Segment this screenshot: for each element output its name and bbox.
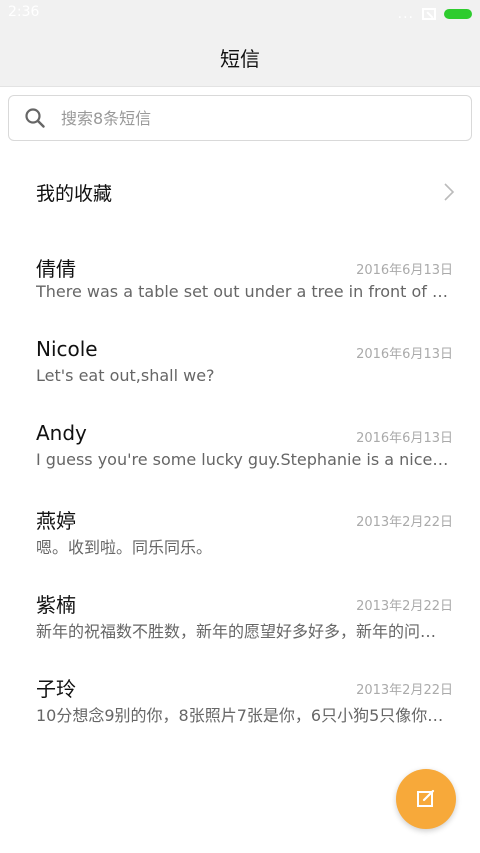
search-input[interactable] (59, 107, 423, 129)
contact-name: 紫楠 (36, 593, 76, 617)
conversation-item[interactable]: Nicole 2016年6月13日 Let's eat out,shall we… (0, 320, 480, 404)
no-sim-icon (422, 8, 436, 20)
conversation-item[interactable]: 倩倩 2016年6月13日 There was a table set out … (0, 236, 480, 320)
favorites-label: 我的收藏 (36, 182, 113, 205)
favorites-row[interactable]: 我的收藏 (0, 152, 480, 232)
message-snippet: 新年的祝福数不胜数，新年的愿望好多好多，新年的问候送给你 (36, 622, 450, 641)
contact-name: 倩倩 (36, 257, 76, 281)
conversation-list: 倩倩 2016年6月13日 There was a table set out … (0, 236, 480, 740)
search-bar[interactable] (8, 95, 472, 141)
conversation-item[interactable]: 紫楠 2013年2月22日 新年的祝福数不胜数，新年的愿望好多好多，新年的问候送… (0, 572, 480, 656)
conversation-item[interactable]: 子玲 2013年2月22日 10分想念9别的你，8张照片7张是你，6只小狗5只像… (0, 656, 480, 740)
notification-dots: ... (397, 6, 414, 22)
battery-icon (444, 9, 472, 19)
compose-button[interactable] (396, 769, 456, 829)
message-snippet: 嗯。收到啦。同乐同乐。 (36, 538, 213, 557)
chevron-right-icon (444, 183, 455, 201)
contact-name: Nicole (36, 337, 98, 361)
app-header: 短信 (0, 28, 480, 87)
compose-icon (417, 789, 435, 807)
page-title: 短信 (220, 46, 260, 71)
message-snippet: Let's eat out,shall we? (36, 366, 215, 385)
message-date: 2016年6月13日 (356, 263, 453, 278)
contact-name: 子玲 (36, 677, 76, 701)
message-date: 2013年2月22日 (356, 515, 453, 530)
status-icons: ... (398, 6, 472, 22)
status-bar: 2:36 ... (0, 0, 480, 28)
conversation-item[interactable]: Andy 2016年6月13日 I guess you're some luck… (0, 404, 480, 488)
conversation-item[interactable]: 燕婷 2013年2月22日 嗯。收到啦。同乐同乐。 (0, 488, 480, 572)
message-date: 2013年2月22日 (356, 599, 453, 614)
message-snippet: I guess you're some lucky guy.Stephanie … (36, 450, 450, 469)
message-date: 2016年6月13日 (356, 347, 453, 362)
message-date: 2013年2月22日 (356, 683, 453, 698)
message-snippet: There was a table set out under a tree i… (36, 282, 450, 301)
status-time: 2:36 (8, 4, 40, 20)
contact-name: 燕婷 (36, 509, 76, 533)
message-snippet: 10分想念9别的你，8张照片7张是你，6只小狗5只像你，4季 (36, 706, 450, 725)
message-date: 2016年6月13日 (356, 431, 453, 446)
search-icon (25, 108, 45, 128)
contact-name: Andy (36, 421, 87, 445)
